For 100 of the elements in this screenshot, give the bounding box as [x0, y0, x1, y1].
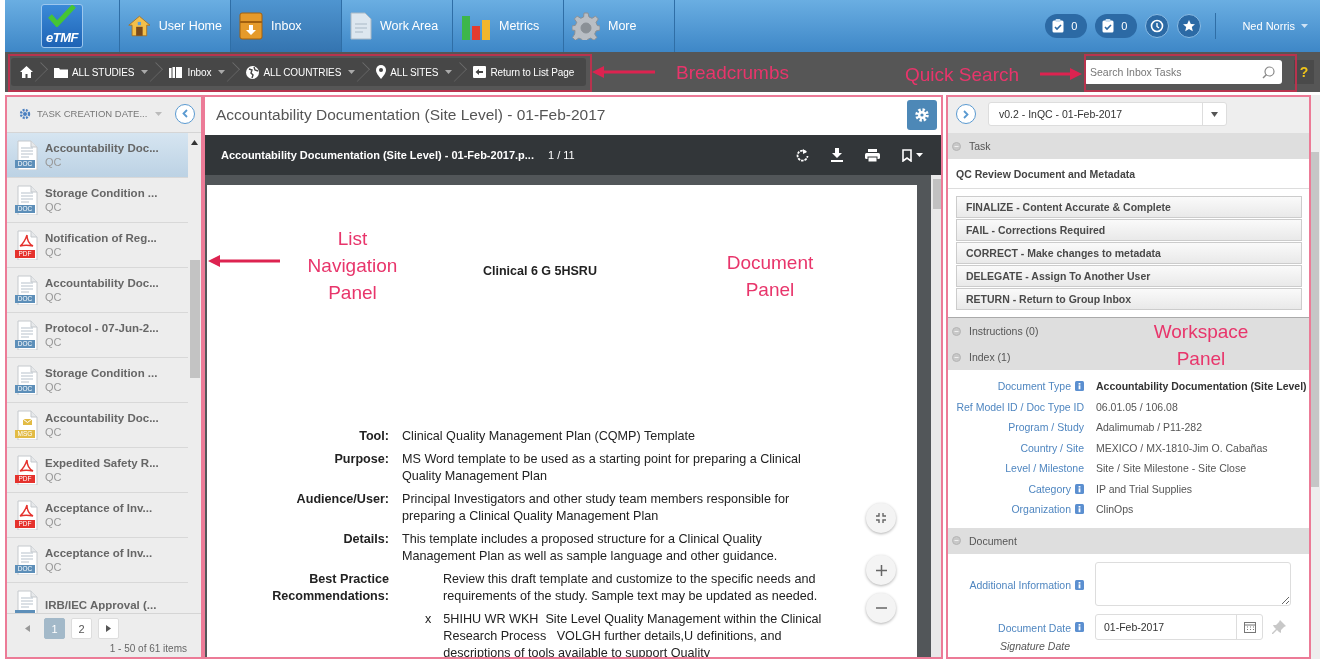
search-field[interactable]: Search Inbox Tasks [1084, 60, 1282, 84]
breadcrumb-item[interactable]: ALL COUNTRIES [237, 58, 368, 86]
annotation-label: List Navigation Panel [306, 227, 399, 305]
section-title[interactable]: Task [969, 140, 991, 152]
action-button[interactable]: RETURN - Return to Group Inbox [956, 288, 1302, 310]
field-value: Adalimumab / P11-282 [1096, 420, 1204, 436]
scrollbar-thumb[interactable] [933, 179, 941, 209]
collapse-button[interactable] [175, 103, 195, 124]
breadcrumb-item[interactable]: ALL STUDIES [45, 58, 161, 86]
breadcrumb-item[interactable]: ALL SITES [367, 58, 465, 86]
field-label: Country / Site [1020, 441, 1084, 454]
info-icon [1075, 621, 1084, 632]
field-label: Organization [1011, 503, 1071, 516]
print-button[interactable] [865, 148, 880, 162]
search-icon [1262, 66, 1275, 79]
page-button[interactable]: 2 [71, 618, 92, 639]
field-label: Additional Information [969, 578, 1071, 591]
item-count: 1 - 50 of 61 items [108, 643, 188, 654]
action-button[interactable]: DELEGATE - Assign To Another User [956, 265, 1302, 287]
section-title[interactable]: Instructions (0) [969, 325, 1039, 337]
inbox-icon [239, 12, 263, 40]
section-title[interactable]: Document [969, 534, 1017, 547]
field-label: Purpose: [333, 451, 389, 468]
sort-dropdown[interactable]: TASK CREATION DATE... [37, 108, 163, 119]
map-pin-icon [376, 65, 387, 79]
download-button[interactable] [831, 148, 843, 162]
triangle-right-icon [106, 625, 111, 632]
annotation-arrow [208, 255, 280, 267]
breadcrumb-item[interactable]: Return to List Page [464, 58, 587, 86]
help-button[interactable]: ? [1294, 60, 1314, 84]
task-count-badge[interactable]: 0 [1095, 14, 1138, 38]
info-icon [1075, 483, 1084, 494]
document-icon [350, 12, 372, 40]
globe-icon [246, 65, 260, 79]
document-title: Accountability Documentation (Site Level) - 01-Feb-2017 [216, 106, 606, 124]
field-note: Signature Date [999, 639, 1071, 652]
chevron-right-icon [963, 109, 969, 119]
settings-button[interactable] [907, 100, 937, 130]
nav-tab[interactable]: Inbox [231, 0, 342, 52]
rotate-button[interactable] [796, 148, 809, 162]
scrollbar-thumb[interactable] [190, 260, 200, 378]
triangle-up-icon[interactable] [191, 140, 198, 145]
action-button[interactable]: FINALIZE - Content Accurate & Complete [956, 196, 1302, 218]
file-name: Accountability Documentation (Site Level) - 01-Feb-2017.p... [221, 149, 534, 161]
scrollbar-thumb[interactable] [1311, 152, 1319, 487]
annotation-label: Quick Search [905, 63, 1020, 87]
chevron-left-icon [182, 109, 188, 118]
app-logo: eTMF [41, 4, 83, 48]
caret-icon [348, 70, 356, 74]
field-value: ClinOps [1096, 502, 1135, 518]
caret-icon [141, 70, 149, 74]
action-button[interactable]: CORRECT - Make changes to metadata [956, 242, 1302, 264]
annotation-label: Breadcrumbs [676, 61, 789, 85]
printer-icon [865, 148, 880, 162]
date-field[interactable]: 01-Feb-2017 [1095, 613, 1263, 640]
home-icon [20, 66, 33, 78]
clipboard-icon [1052, 19, 1065, 33]
field-value: Clinical Quality Management Plan (CQMP) Template [402, 428, 697, 445]
annotation-label: Document Panel [725, 251, 815, 302]
minus-icon [875, 607, 887, 609]
field-value: Site / Site Milestone - Site Close [1096, 461, 1247, 477]
field-value: Review this draft template and customize to the specific needs and requirements of the study. Sample text may be updated as needed. [442, 571, 819, 605]
field-label: Level / Milestone [1005, 462, 1084, 475]
field-label: Document Date [998, 621, 1071, 634]
favorites-button[interactable] [1177, 14, 1202, 38]
download-icon [831, 148, 843, 162]
info-icon [1075, 381, 1084, 392]
field-value: MS Word template to be used as a starting point for preparing a Clinical Quality Management Plan [402, 451, 802, 485]
file-icon [15, 590, 39, 613]
return-icon [473, 66, 487, 78]
history-button[interactable] [1145, 14, 1170, 38]
clock-icon [1150, 19, 1165, 33]
clipboard-icon [1102, 19, 1115, 33]
info-icon [1075, 504, 1084, 515]
next-page-button[interactable] [98, 618, 119, 639]
field-label: Details: [342, 531, 389, 548]
task-name: QC Review Document and Metadata [946, 159, 1310, 189]
annotation-arrow [1040, 68, 1082, 80]
settings-icon [914, 107, 930, 123]
caret-icon [916, 153, 923, 157]
field-label: Best Practice Recommendations: [271, 571, 389, 605]
field-value: MEXICO / MX-1810-Jim O. Cabañas [1096, 440, 1269, 456]
breadcrumb-item[interactable]: Inbox [160, 58, 238, 86]
bookmark-icon [902, 148, 912, 162]
version-dropdown[interactable]: v0.2 - InQC - 01-Feb-2017 [988, 102, 1227, 126]
gear-icon [572, 12, 600, 40]
field-label: Audience/User: [295, 491, 389, 508]
task-count-badge[interactable]: 0 [1045, 14, 1088, 38]
bookmark-button[interactable] [902, 148, 923, 162]
field-label: Program / Study [1008, 421, 1084, 434]
page-heading: Clinical 6 G 5HSRU [483, 264, 597, 278]
caret-icon [1211, 111, 1218, 117]
expand-button[interactable] [956, 104, 976, 124]
caret-icon [445, 70, 453, 74]
section-title[interactable]: Index (1) [969, 351, 1011, 363]
action-button[interactable]: FAIL - Corrections Required [956, 219, 1302, 241]
user-menu[interactable]: Ned Norris [1230, 20, 1310, 32]
caret-icon [1301, 24, 1308, 28]
plus-icon [875, 564, 887, 576]
bullet-mark: x [425, 611, 432, 628]
